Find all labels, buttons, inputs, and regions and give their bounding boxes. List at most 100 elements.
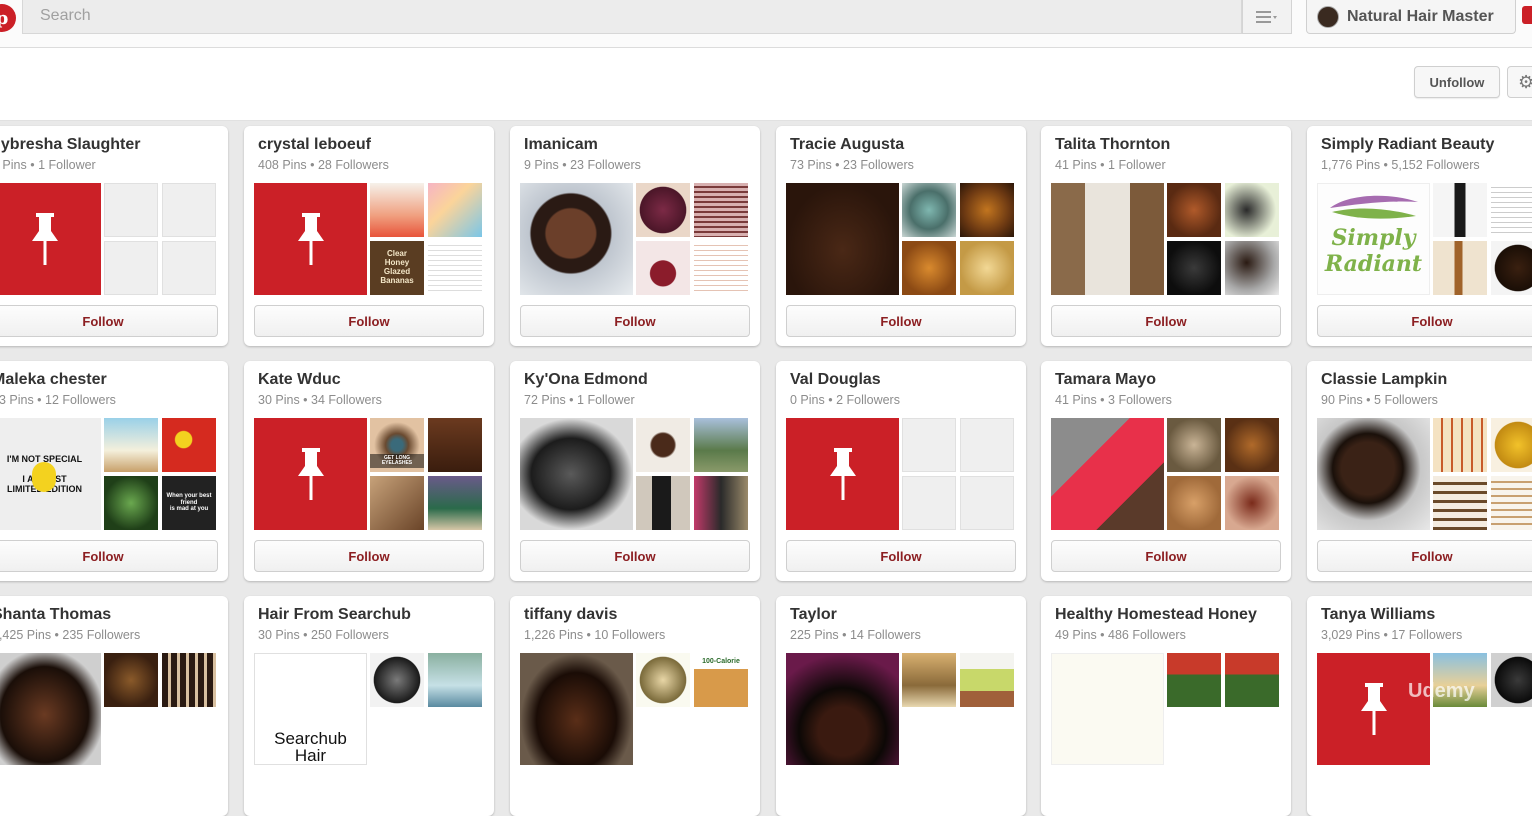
user-card[interactable]: Ky'Ona Edmond 72 Pins • 1 Follower Follo…: [510, 361, 760, 581]
pin-thumbnails[interactable]: Clear Honey Glazed Bananas: [254, 183, 484, 295]
search-input[interactable]: [23, 0, 1220, 32]
user-card-name[interactable]: Shanta Thomas: [0, 606, 111, 624]
pin-thumbnail: [1167, 653, 1221, 707]
follow-button[interactable]: Follow: [520, 540, 750, 572]
user-card-name[interactable]: Ky'Ona Edmond: [524, 371, 648, 389]
user-card-name[interactable]: Kate Wduc: [258, 371, 341, 389]
settings-button[interactable]: ⚙: [1507, 66, 1532, 98]
pin-thumbnail: [636, 653, 690, 707]
user-card-stats: 3,029 Pins • 17 Followers: [1321, 628, 1463, 642]
user-card[interactable]: Kate Wduc 30 Pins • 34 Followers GET LON…: [244, 361, 494, 581]
user-card-name[interactable]: Jybresha Slaughter: [0, 136, 141, 154]
follow-button[interactable]: Follow: [0, 305, 218, 337]
search-box[interactable]: [22, 0, 1242, 34]
pin-thumbnails[interactable]: [786, 653, 1016, 765]
user-card[interactable]: Hair From Searchub 30 Pins • 250 Followe…: [244, 596, 494, 816]
user-card[interactable]: Shanta Thomas 2,425 Pins • 235 Followers: [0, 596, 228, 816]
pin-thumbnails[interactable]: Searchub Hair: [254, 653, 484, 765]
pin-thumbnail: [1225, 183, 1279, 237]
user-card[interactable]: Tamara Mayo 41 Pins • 3 Followers Follow: [1041, 361, 1291, 581]
pin-thumbnail: [0, 653, 101, 765]
pin-thumbnail: [636, 183, 690, 237]
pin-thumbnails[interactable]: [786, 418, 1016, 530]
follow-button[interactable]: Follow: [1317, 540, 1532, 572]
follow-button[interactable]: Follow: [0, 540, 218, 572]
user-card[interactable]: Taylor 225 Pins • 14 Followers: [776, 596, 1026, 816]
pin-thumbnails[interactable]: [1317, 418, 1532, 530]
pin-thumbnail: [428, 653, 482, 707]
pin-thumbnails[interactable]: [0, 183, 218, 295]
empty-thumbnail: [960, 476, 1014, 530]
pin-thumbnails[interactable]: [520, 418, 750, 530]
user-card-name[interactable]: Healthy Homestead Honey: [1055, 606, 1257, 624]
user-card-name[interactable]: Tracie Augusta: [790, 136, 904, 154]
follow-button[interactable]: Follow: [1317, 305, 1532, 337]
user-card[interactable]: tiffany davis 1,226 Pins • 10 Followers …: [510, 596, 760, 816]
follow-button[interactable]: Follow: [1051, 305, 1281, 337]
pin-thumbnail: [1491, 418, 1532, 472]
pin-thumbnails[interactable]: [520, 183, 750, 295]
user-card-name[interactable]: Tanya Williams: [1321, 606, 1435, 624]
follow-button[interactable]: Follow: [254, 305, 484, 337]
pin-thumbnail: [1167, 183, 1221, 237]
pin-thumbnails[interactable]: [786, 183, 1016, 295]
user-card-name[interactable]: Simply Radiant Beauty: [1321, 136, 1494, 154]
empty-thumbnail: [104, 241, 158, 295]
user-card-stats: 30 Pins • 34 Followers: [258, 393, 382, 407]
user-card[interactable]: Talita Thornton 41 Pins • 1 Follower Fol…: [1041, 126, 1291, 346]
pin-thumbnails[interactable]: 100-Calorie: [520, 653, 750, 765]
pin-thumbnails[interactable]: [1051, 418, 1281, 530]
pin-placeholder-thumbnail: [254, 418, 367, 530]
user-card[interactable]: crystal leboeuf 408 Pins • 28 Followers …: [244, 126, 494, 346]
user-card-name[interactable]: Tamara Mayo: [1055, 371, 1156, 389]
menu-button[interactable]: [1242, 0, 1292, 34]
user-card-name[interactable]: Hair From Searchub: [258, 606, 411, 624]
user-card-name[interactable]: Classie Lampkin: [1321, 371, 1447, 389]
follow-button[interactable]: Follow: [520, 305, 750, 337]
user-card-name[interactable]: Maleka chester: [0, 371, 107, 389]
pin-thumbnails[interactable]: [1051, 653, 1281, 765]
pin-thumbnails[interactable]: [1051, 183, 1281, 295]
notification-icon[interactable]: [1522, 6, 1532, 24]
user-card[interactable]: Imanicam 9 Pins • 23 Followers Follow: [510, 126, 760, 346]
pin-thumbnail: [1225, 476, 1279, 530]
pin-thumbnails[interactable]: Simply Radiant: [1317, 183, 1532, 295]
user-card[interactable]: Simply Radiant Beauty 1,776 Pins • 5,152…: [1307, 126, 1532, 346]
pin-thumbnails[interactable]: GET LONG EYELASHES: [254, 418, 484, 530]
user-card[interactable]: Classie Lampkin 90 Pins • 5 Followers Fo…: [1307, 361, 1532, 581]
pin-thumbnail: [902, 653, 956, 707]
user-card[interactable]: Healthy Homestead Honey 49 Pins • 486 Fo…: [1041, 596, 1291, 816]
user-card-name[interactable]: tiffany davis: [524, 606, 617, 624]
user-card-stats: 41 Pins • 3 Followers: [1055, 393, 1172, 407]
pushpin-icon: [297, 213, 324, 265]
pin-thumbnails[interactable]: [0, 653, 218, 765]
pin-thumbnails[interactable]: [1317, 653, 1532, 765]
pin-thumbnail: [636, 476, 690, 530]
pin-placeholder-thumbnail: [0, 183, 101, 295]
user-card-name[interactable]: crystal leboeuf: [258, 136, 371, 154]
user-card[interactable]: Jybresha Slaughter 0 Pins • 1 Follower F…: [0, 126, 228, 346]
user-card[interactable]: Tracie Augusta 73 Pins • 23 Followers Fo…: [776, 126, 1026, 346]
user-card[interactable]: Maleka chester 93 Pins • 12 Followers I'…: [0, 361, 228, 581]
user-card-name[interactable]: Taylor: [790, 606, 837, 624]
user-card-name[interactable]: Imanicam: [524, 136, 598, 154]
user-card-name[interactable]: Talita Thornton: [1055, 136, 1170, 154]
user-card[interactable]: Tanya Williams 3,029 Pins • 17 Followers: [1307, 596, 1532, 816]
profile-action-bar: [0, 48, 1532, 121]
follow-button[interactable]: Follow: [254, 540, 484, 572]
follow-button[interactable]: Follow: [786, 540, 1016, 572]
pin-thumbnails[interactable]: I'M NOT SPECIAL I AM JUST LIMITED EDITIO…: [0, 418, 218, 530]
user-card-name[interactable]: Val Douglas: [790, 371, 881, 389]
pushpin-icon: [1360, 683, 1387, 735]
pin-thumbnail: [520, 418, 633, 530]
hamburger-menu-icon: [1256, 10, 1277, 23]
follow-button[interactable]: Follow: [786, 305, 1016, 337]
udemy-watermark: Udemy: [1408, 680, 1475, 702]
pin-thumbnail: [1225, 653, 1279, 707]
follow-button[interactable]: Follow: [1051, 540, 1281, 572]
pinterest-logo-icon[interactable]: p: [0, 4, 16, 32]
unfollow-button[interactable]: Unfollow: [1414, 66, 1500, 98]
pin-thumbnail: [694, 183, 748, 237]
user-card[interactable]: Val Douglas 0 Pins • 2 Followers Follow: [776, 361, 1026, 581]
user-profile-button[interactable]: Natural Hair Master: [1306, 0, 1516, 34]
